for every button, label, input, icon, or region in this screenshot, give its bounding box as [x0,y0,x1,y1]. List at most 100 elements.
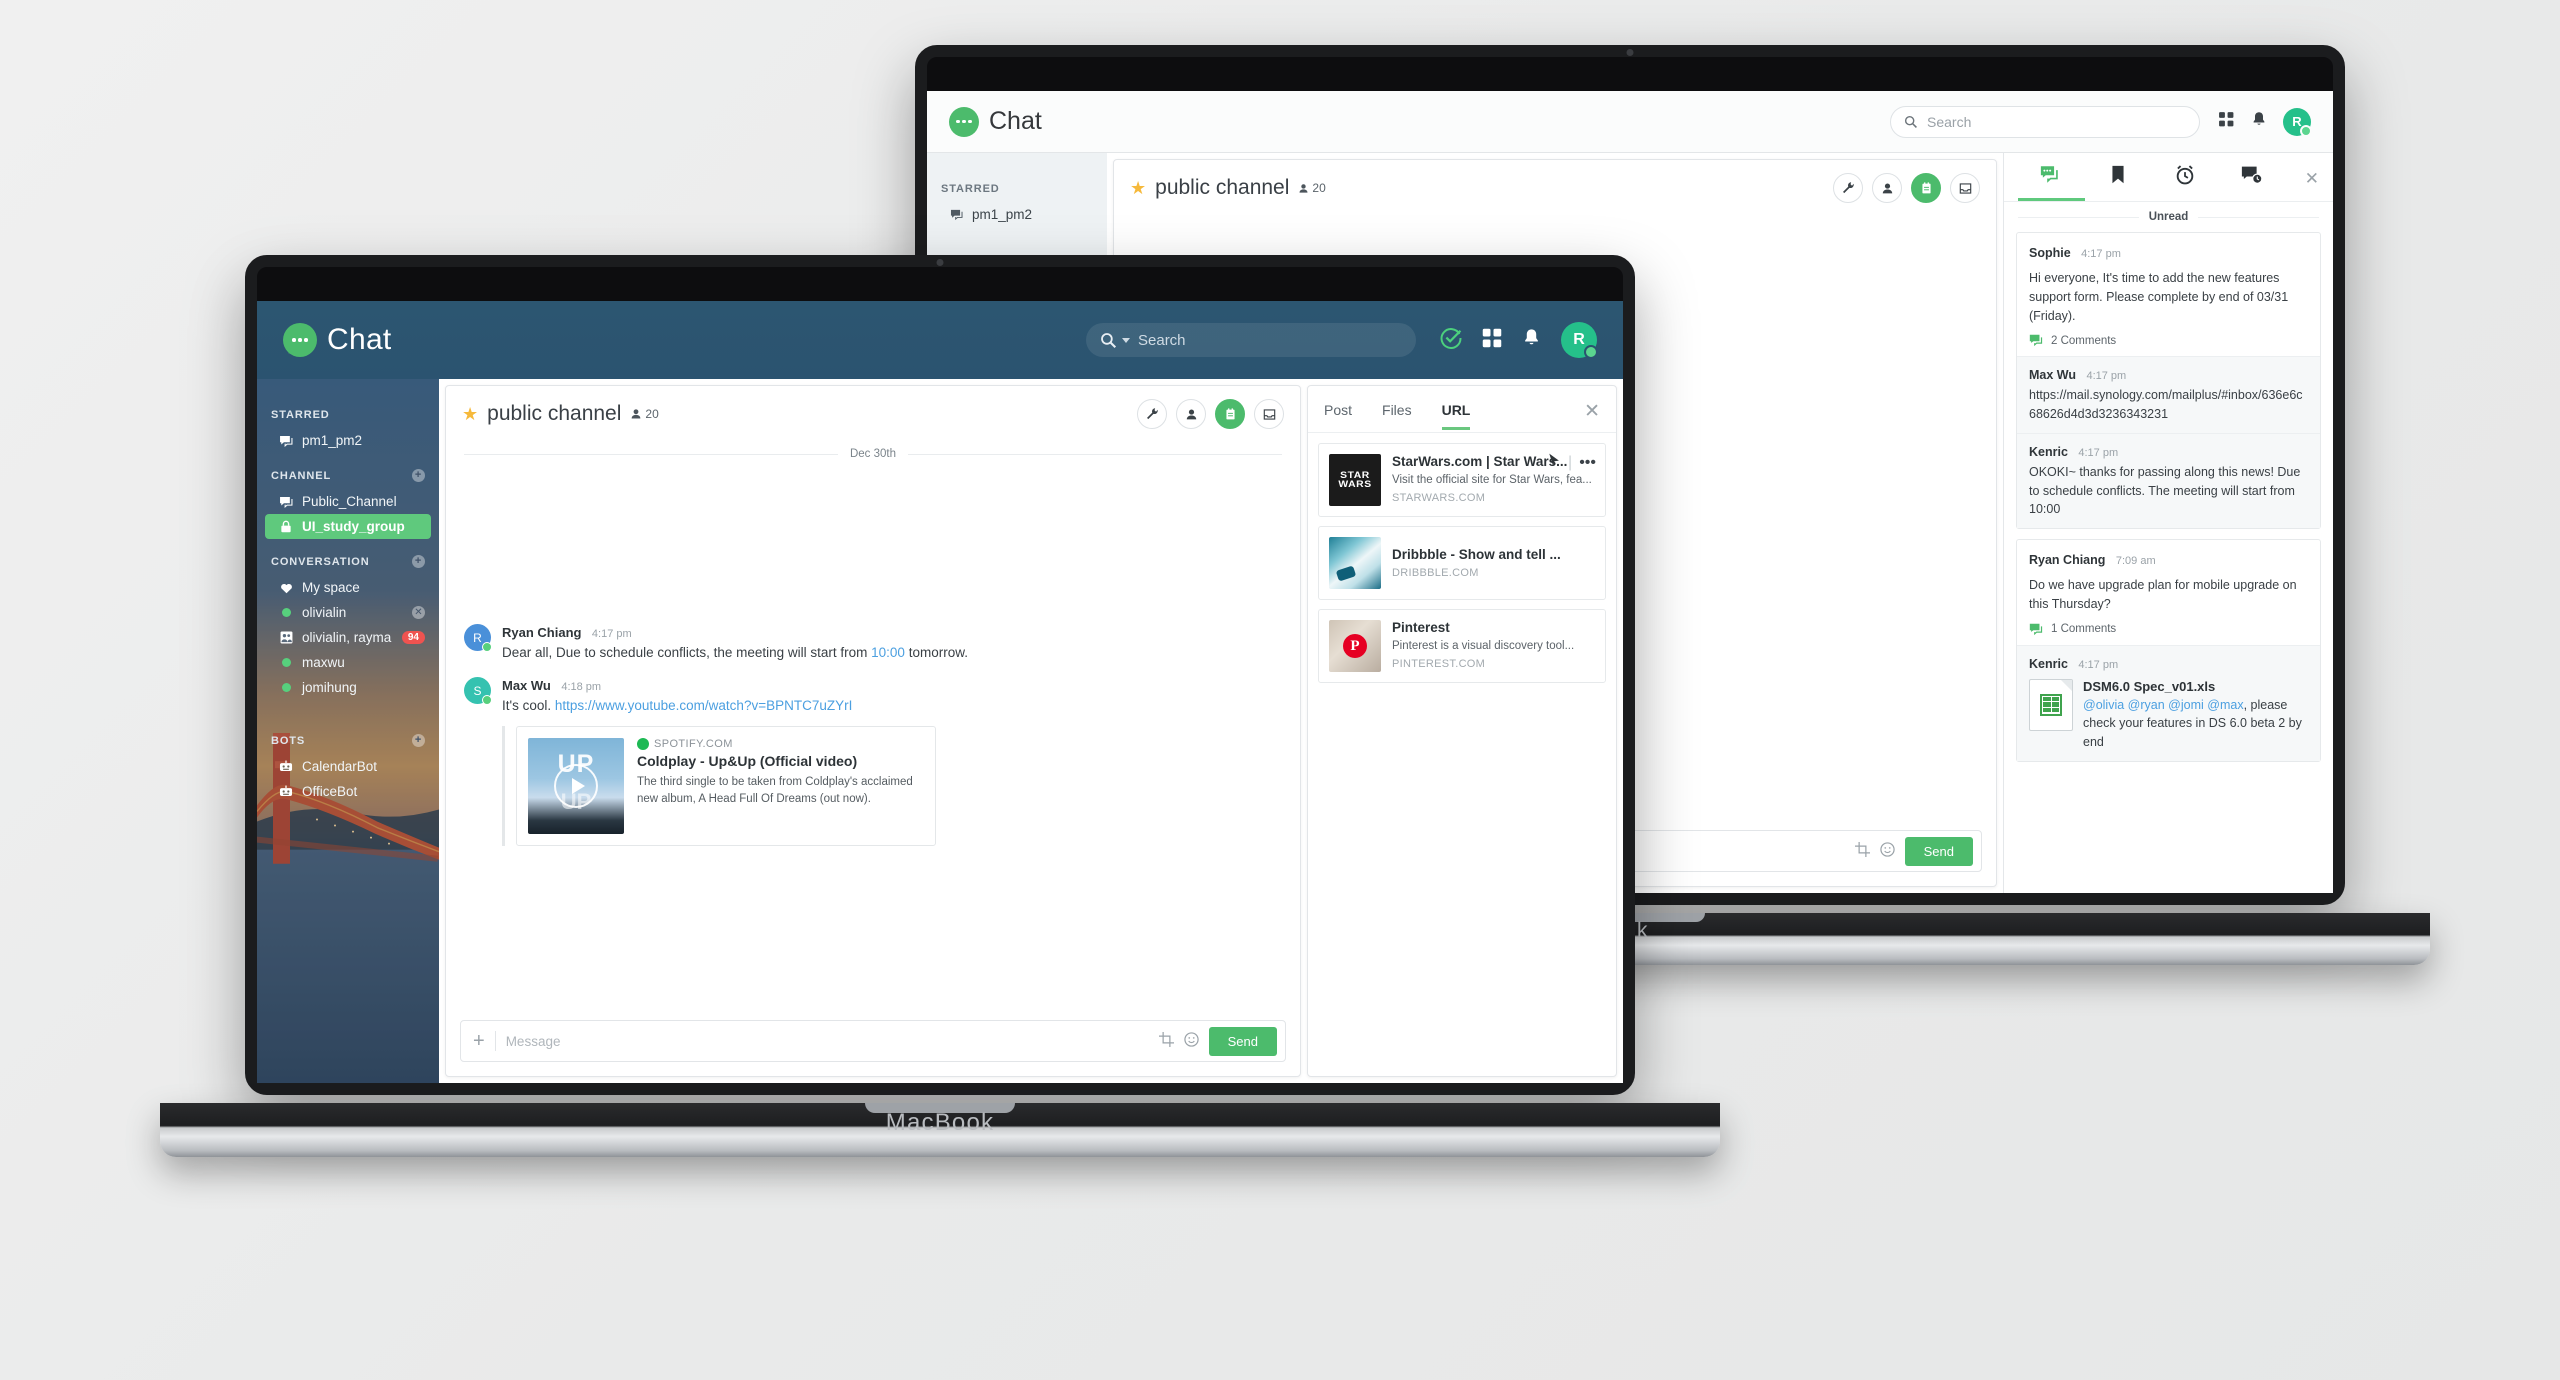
wrench-icon[interactable] [1833,173,1863,203]
check-circle-icon[interactable] [1440,327,1462,354]
thread-panel-back: ✕ Unread Sophie 4:17 pm Hi everyone, It'… [2003,153,2333,893]
tab-bookmark[interactable] [2085,165,2152,201]
sidebar-group-channel: CHANNEL + [257,453,439,489]
add-conversation-icon[interactable]: + [412,555,425,568]
bell-icon[interactable] [1522,328,1541,353]
thread-comments-label: 2 Comments [2051,334,2117,347]
avatar-back[interactable]: R [2283,107,2312,137]
sidebar-item-label: My space [302,580,360,595]
tab-scheduled-message[interactable] [2218,165,2285,201]
search-placeholder-back: Search [1927,113,1972,130]
xls-file-icon [2029,678,2073,731]
reply-time: 4:17 pm [2086,370,2127,383]
starwars-logo-text: STAR WARS [1338,469,1372,489]
sidebar-item-label: olivialin, rayma [302,630,392,645]
sidebar-item-public-channel[interactable]: Public_Channel [257,489,439,514]
search-input-front[interactable]: Search [1086,323,1416,357]
notes-icon[interactable] [1911,173,1941,203]
close-icon[interactable]: ✕ [412,606,425,619]
emoji-icon[interactable] [1183,1031,1199,1051]
channel-icon [949,208,963,222]
avatar-front[interactable]: R [1561,322,1598,359]
mention[interactable]: @ryan [2128,698,2165,712]
sidebar-item-officebot[interactable]: OfficeBot [257,779,439,804]
mention[interactable]: @olivia [2083,698,2124,712]
message-link[interactable]: 10:00 [871,645,905,660]
sidebar-item-olivialin[interactable]: olivialin ✕ [257,600,439,625]
link-preview-meta: SPOTIFY.COM Coldplay - Up&Up (Official v… [637,737,924,834]
emoji-icon[interactable] [1879,841,1895,861]
chevron-down-icon[interactable] [1122,337,1130,343]
notes-icon[interactable] [1215,399,1245,429]
message-input[interactable]: Message [506,1034,1149,1049]
play-icon[interactable] [554,763,598,808]
video-thumbnail[interactable]: UP UP [528,737,624,834]
sidebar-item-pm1-pm2[interactable]: pm1_pm2 [927,202,1107,227]
tab-files[interactable]: Files [1382,402,1412,430]
composer-front[interactable]: + Message Send [460,1020,1286,1062]
sidebar-item-label: Public_Channel [302,494,397,509]
crop-icon[interactable] [1158,1031,1174,1051]
message-text: Dear all, Due to schedule conflicts, the… [502,643,1282,663]
more-icon[interactable]: ••• [1579,454,1596,472]
person-icon[interactable] [1176,399,1206,429]
mention[interactable]: @max [2207,698,2243,712]
cursor-icon[interactable] [1548,453,1561,472]
message-header: Ryan Chiang 4:17 pm [502,624,1282,642]
close-icon[interactable]: ✕ [2285,169,2319,197]
tab-chat-threads[interactable] [2018,165,2085,201]
alarm-icon [2176,165,2194,185]
inbox-icon[interactable] [1254,399,1284,429]
sidebar-item-my-space[interactable]: My space [257,575,439,600]
search-input-back[interactable]: Search [1890,105,2200,138]
wrench-icon[interactable] [1137,399,1167,429]
bell-icon[interactable] [2251,111,2267,133]
apps-grid-icon[interactable] [1482,328,1502,353]
channel-actions-back [1833,173,1980,203]
thread-comments[interactable]: 2 Comments [2029,334,2308,347]
apps-grid-icon[interactable] [2218,111,2235,133]
search-icon [1101,332,1117,348]
sidebar-group-bots: BOTS + [257,700,439,754]
send-button-back[interactable]: Send [1904,836,1973,866]
star-icon[interactable]: ★ [1130,178,1146,199]
sidebar-item-pm1-pm2[interactable]: pm1_pm2 [257,428,439,453]
reply-link[interactable]: https://mail.synology.com/mailplus/#inbo… [2029,386,2308,424]
sidebar-item-ui-study-group[interactable]: UI_study_group [265,514,431,539]
mention[interactable]: @jomi [2168,698,2204,712]
message-text-before: Dear all, Due to schedule conflicts, the… [502,645,872,660]
add-bot-icon[interactable]: + [412,734,425,747]
tab-url[interactable]: URL [1441,402,1471,430]
thread-card[interactable]: Ryan Chiang 7:09 am Do we have upgrade p… [2016,539,2321,762]
url-card[interactable]: Dribbble - Show and tell ... DRIBBBLE.CO… [1318,526,1606,600]
url-side-panel: Post Files URL ✕ STAR WARS StarWars.com … [1307,385,1617,1077]
channel-header-front: ★ public channel 20 [446,386,1300,442]
url-card[interactable]: P Pinterest Pinterest is a visual discov… [1318,609,1606,683]
sidebar-group-label: CONVERSATION [271,555,370,568]
crop-icon[interactable] [1854,841,1870,861]
send-button-front[interactable]: Send [1208,1026,1277,1056]
sidebar-item-maxwu[interactable]: maxwu [257,650,439,675]
close-icon[interactable]: ✕ [1584,400,1600,432]
tab-alarm[interactable] [2152,165,2219,201]
sidebar-item-calendarbot[interactable]: CalendarBot [257,754,439,779]
sidebar-item-jomihung[interactable]: jomihung [257,675,439,700]
person-icon[interactable] [1872,173,1902,203]
thread-comments[interactable]: 1 Comments [2029,623,2308,636]
thread-card[interactable]: Sophie 4:17 pm Hi everyone, It's time to… [2016,232,2321,529]
add-channel-icon[interactable]: + [412,469,425,482]
tab-post[interactable]: Post [1324,402,1352,430]
inbox-icon[interactable] [1950,173,1980,203]
url-card-meta: Pinterest Pinterest is a visual discover… [1392,620,1595,672]
plus-icon[interactable]: + [473,1031,485,1051]
channel-title-front: public channel [487,402,622,425]
url-card[interactable]: STAR WARS StarWars.com | Star Wars... Vi… [1318,443,1606,517]
message-link[interactable]: https://www.youtube.com/watch?v=BPNTC7uZ… [555,698,853,713]
sidebar-item-olivialin-rayma[interactable]: olivialin, rayma 94 [257,625,439,650]
bot-icon [279,760,293,774]
link-preview-card[interactable]: UP UP SPOTIFY.COM Coldplay - Up&Up (Offi… [516,725,936,846]
star-icon[interactable]: ★ [462,404,478,425]
file-attachment[interactable]: DSM6.0 Spec_v01.xls @olivia @ryan @jomi … [2029,678,2308,752]
message-header: Max Wu 4:18 pm [502,677,1282,695]
sidebar-item-label: olivialin [302,605,347,620]
